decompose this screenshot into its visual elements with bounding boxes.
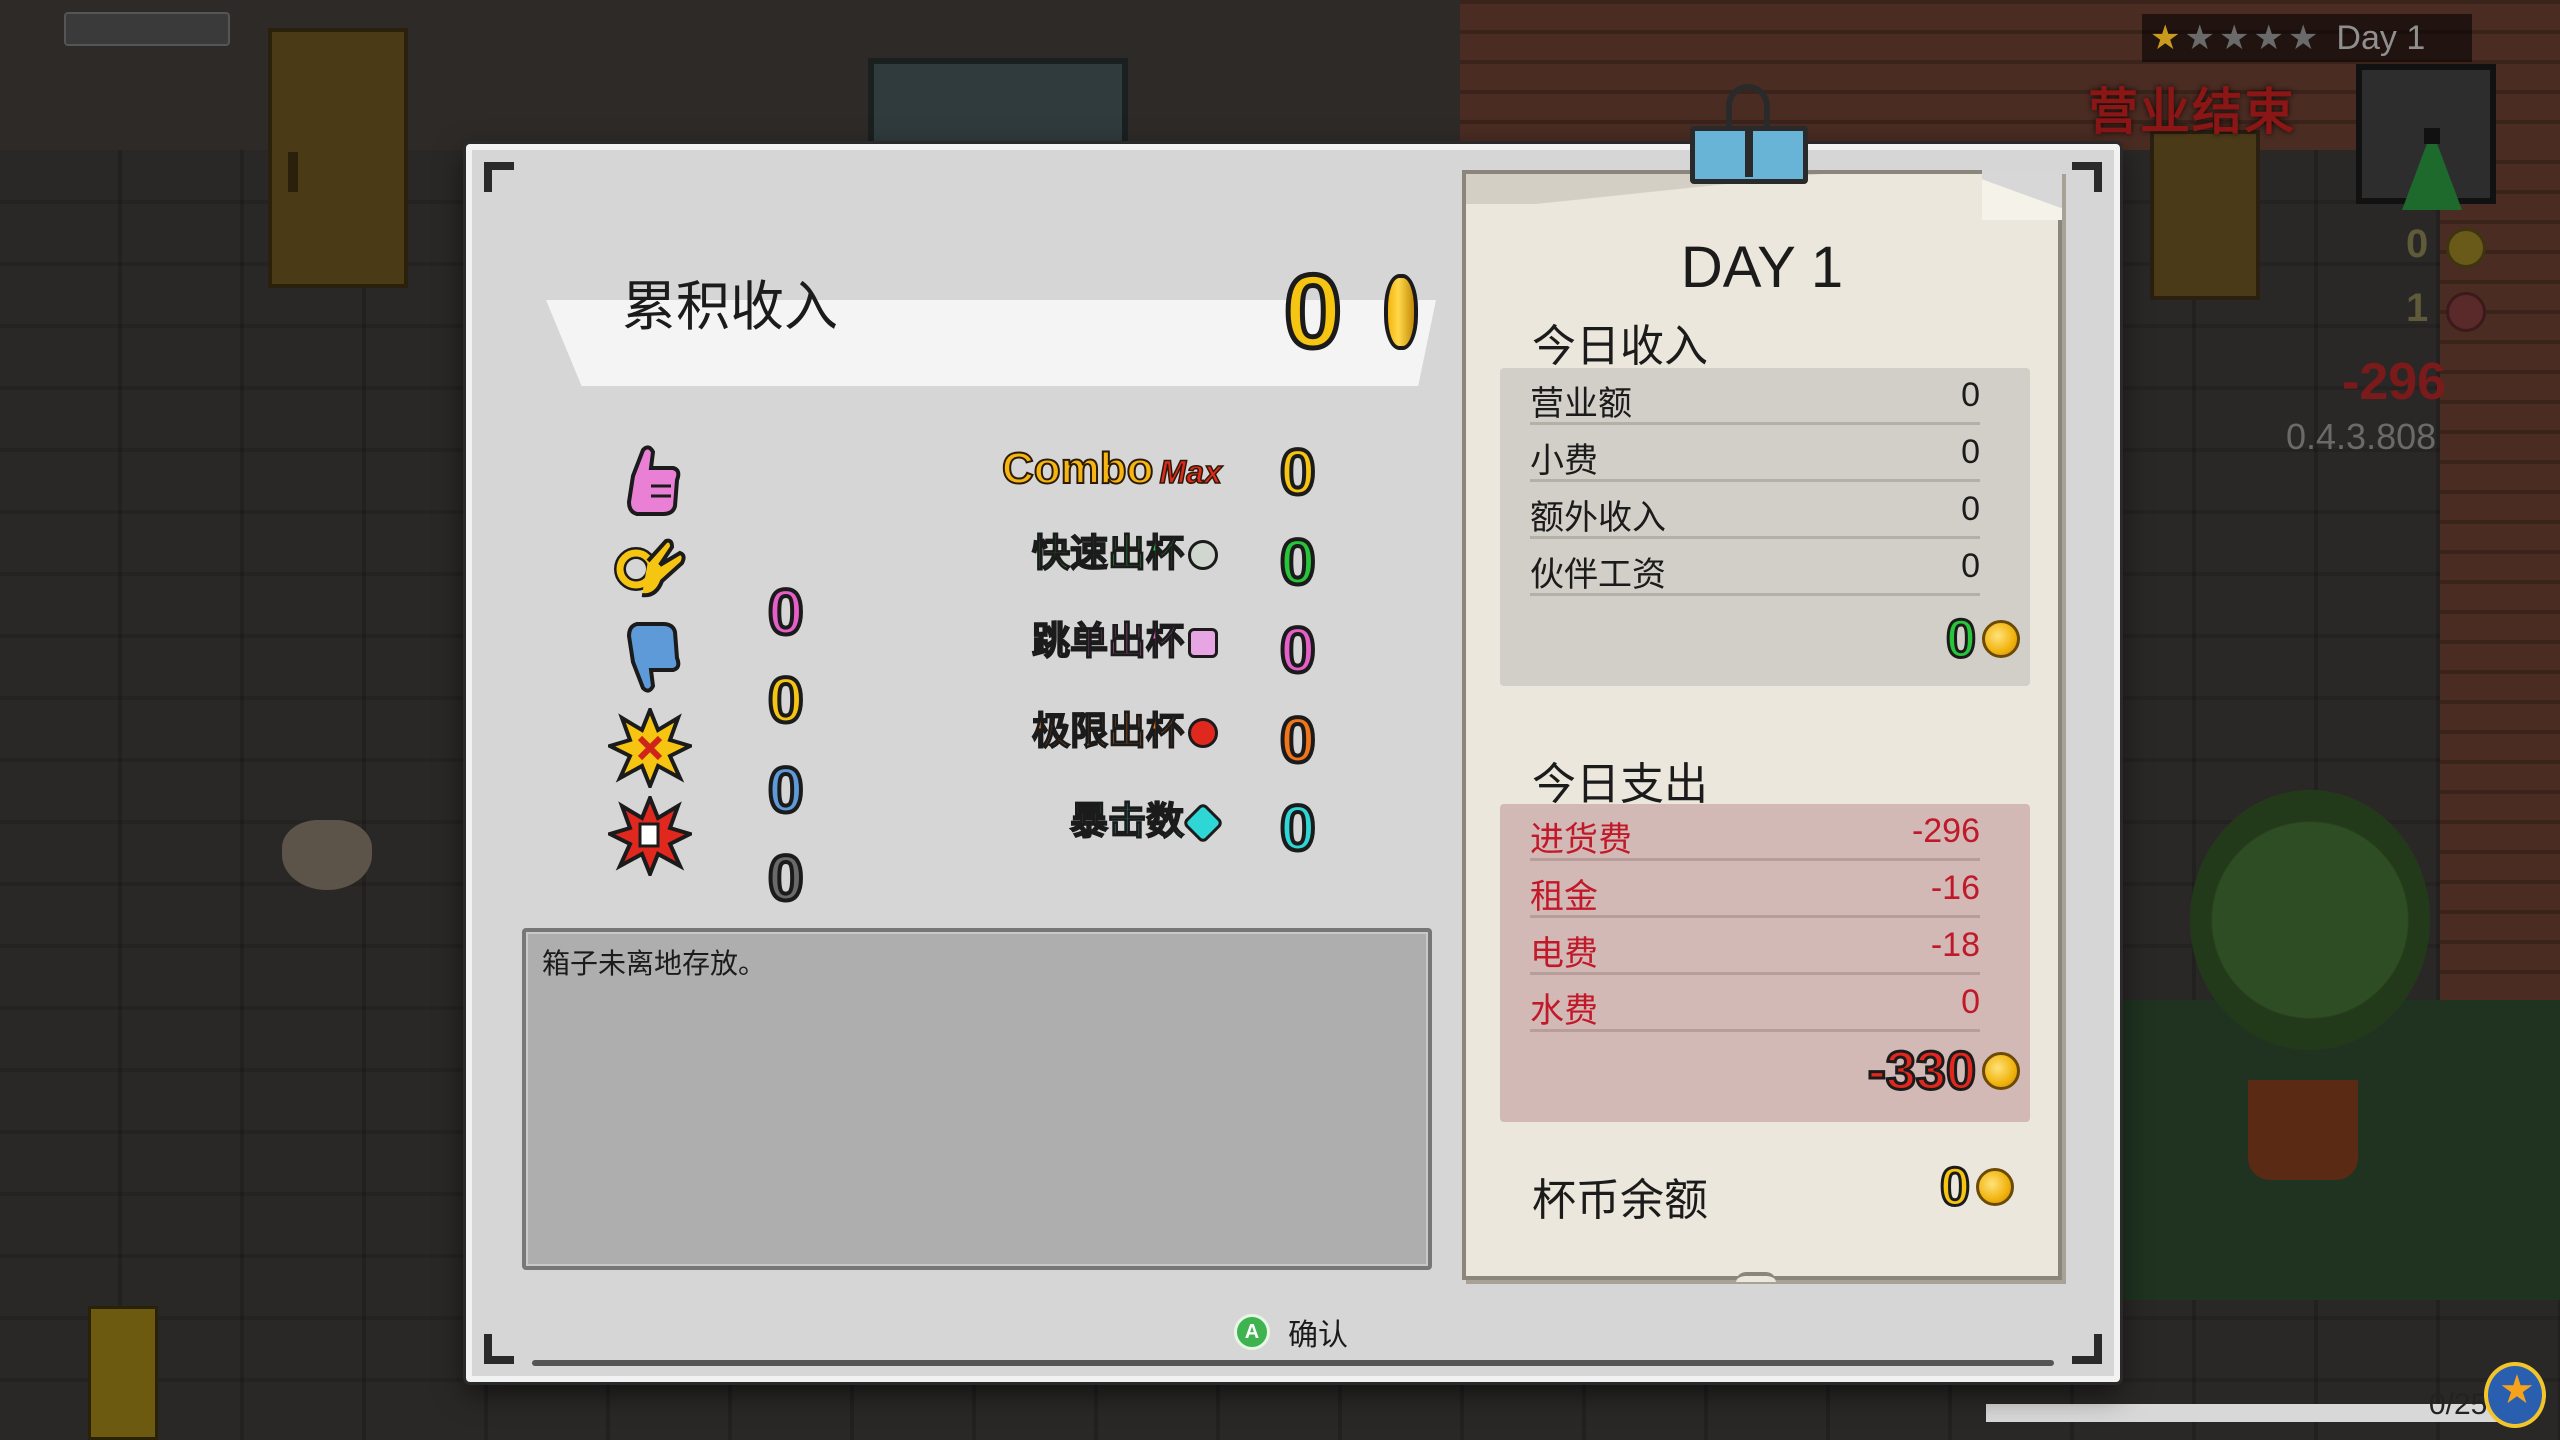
critical-count-value: 0 — [1278, 792, 1318, 864]
hud-expense-value: -296 — [2342, 353, 2447, 411]
expense-row: 租金 -16 — [1530, 861, 1980, 918]
version-label: 0.4.3.808 — [2286, 416, 2437, 457]
coin-icon — [2446, 228, 2486, 268]
apple-icon — [2446, 292, 2486, 332]
locker — [268, 28, 408, 288]
vending-machine — [2150, 130, 2260, 300]
coin-icon — [1982, 620, 2020, 658]
potted-tree — [2190, 790, 2430, 1050]
skip-serve-value: 0 — [1278, 614, 1318, 686]
binder-clip-icon — [1690, 84, 1808, 184]
a-button-icon: A — [1234, 1314, 1270, 1350]
clock-icon — [2356, 64, 2496, 210]
expense-title: 今日支出 — [1532, 759, 1708, 810]
day-summary-panel: 累积收入 0 0 0 0 0 1 ComboMax 0 快速出杯 0 跳单出杯 … — [466, 84, 2120, 1382]
expense-row: 进货费 -296 — [1530, 804, 1980, 861]
coin-icon — [1976, 1168, 2014, 1206]
level-badge-icon — [2484, 1362, 2546, 1428]
income-section: 营业额 0 小费 0 额外收入 0 伙伴工资 0 0 — [1500, 368, 2030, 686]
ok-hand-icon — [608, 528, 692, 612]
cards-icon — [1188, 628, 1218, 658]
angry-burst-icon — [608, 706, 692, 790]
star-icon: ★ — [2184, 18, 2215, 58]
coin-icon — [1982, 1052, 2020, 1090]
skip-serve-label: 跳单出杯 — [992, 621, 1218, 661]
hud-second-count: 1 — [2406, 286, 2429, 330]
experience-progress: 0/250 — [1986, 1388, 2506, 1424]
hud-coin-count: 0 — [2406, 222, 2429, 266]
cumulative-income-value: 0 — [1282, 252, 1345, 373]
income-row: 伙伴工资 0 — [1530, 539, 1980, 596]
message-box: 箱子未离地存放。 — [522, 928, 1432, 1270]
teacup-decoration — [282, 820, 372, 890]
ledger-day-title: DAY 1 — [1680, 235, 1844, 300]
daily-ledger: DAY 1 今日收入 营业额 0 小费 0 额外收入 0 伙伴工资 0 0 今日… — [1462, 84, 2062, 1282]
critical-count-label: 暴击数 — [992, 801, 1225, 845]
exit-sign — [64, 12, 230, 46]
business-closed-label: 营业结束 — [2088, 83, 2296, 141]
income-row: 营业额 0 — [1530, 368, 1980, 425]
crit-burst-icon — [1181, 801, 1225, 845]
spilled-cup-icon — [608, 794, 692, 878]
expense-section: 进货费 -296 租金 -16 电费 -18 水费 0 -330 — [1500, 804, 2030, 1122]
star-icon: ★ — [2150, 18, 2181, 58]
combo-max-value: 0 — [1278, 436, 1318, 508]
extreme-serve-value: 0 — [1278, 704, 1318, 776]
bus-stop-sign — [88, 1306, 158, 1440]
fast-serve-value: 0 — [1278, 526, 1318, 598]
income-row: 小费 0 — [1530, 425, 1980, 482]
star-icon: ★ — [2287, 18, 2319, 58]
thumbs-down-icon — [608, 616, 692, 700]
message-text: 箱子未离地存放。 — [542, 947, 767, 980]
balance-value: 0 — [1938, 1159, 2014, 1216]
expense-total: -330 — [1866, 1043, 2020, 1100]
balance-label: 杯币余额 — [1532, 1175, 1708, 1226]
star-icon: ★ — [2253, 18, 2284, 58]
stat-value: 0 — [766, 842, 806, 914]
coin-icon — [1384, 274, 1418, 350]
expense-row: 水费 0 — [1530, 975, 1980, 1032]
confirm-label: 确认 — [1288, 1318, 1348, 1353]
star-icon: ★ — [2218, 18, 2250, 58]
fast-serve-label: 快速出杯 — [992, 533, 1218, 573]
cumulative-income-label: 累积收入 — [622, 275, 838, 338]
stat-value: 0 — [766, 664, 806, 736]
income-title: 今日收入 — [1532, 321, 1708, 372]
confirm-button[interactable]: A 确认 — [1234, 1310, 1348, 1354]
day-indicator: Day 1 — [2336, 18, 2426, 57]
income-row: 额外收入 0 — [1530, 482, 1980, 539]
day-rating: ★ ★ ★ ★ ★ Day 1 — [2142, 14, 2472, 62]
income-total: 0 — [1944, 611, 2020, 668]
stat-value: 0 — [766, 576, 806, 648]
thumbs-up-icon — [608, 438, 692, 522]
expense-row: 电费 -18 — [1530, 918, 1980, 975]
stopwatch-icon — [1188, 540, 1218, 570]
stat-value: 0 — [766, 754, 806, 826]
alarm-icon — [1188, 718, 1218, 748]
combo-max-label: Combo Max — [1001, 443, 1223, 494]
extreme-serve-label: 极限出杯 — [992, 711, 1218, 751]
flower-pot — [2248, 1080, 2358, 1180]
